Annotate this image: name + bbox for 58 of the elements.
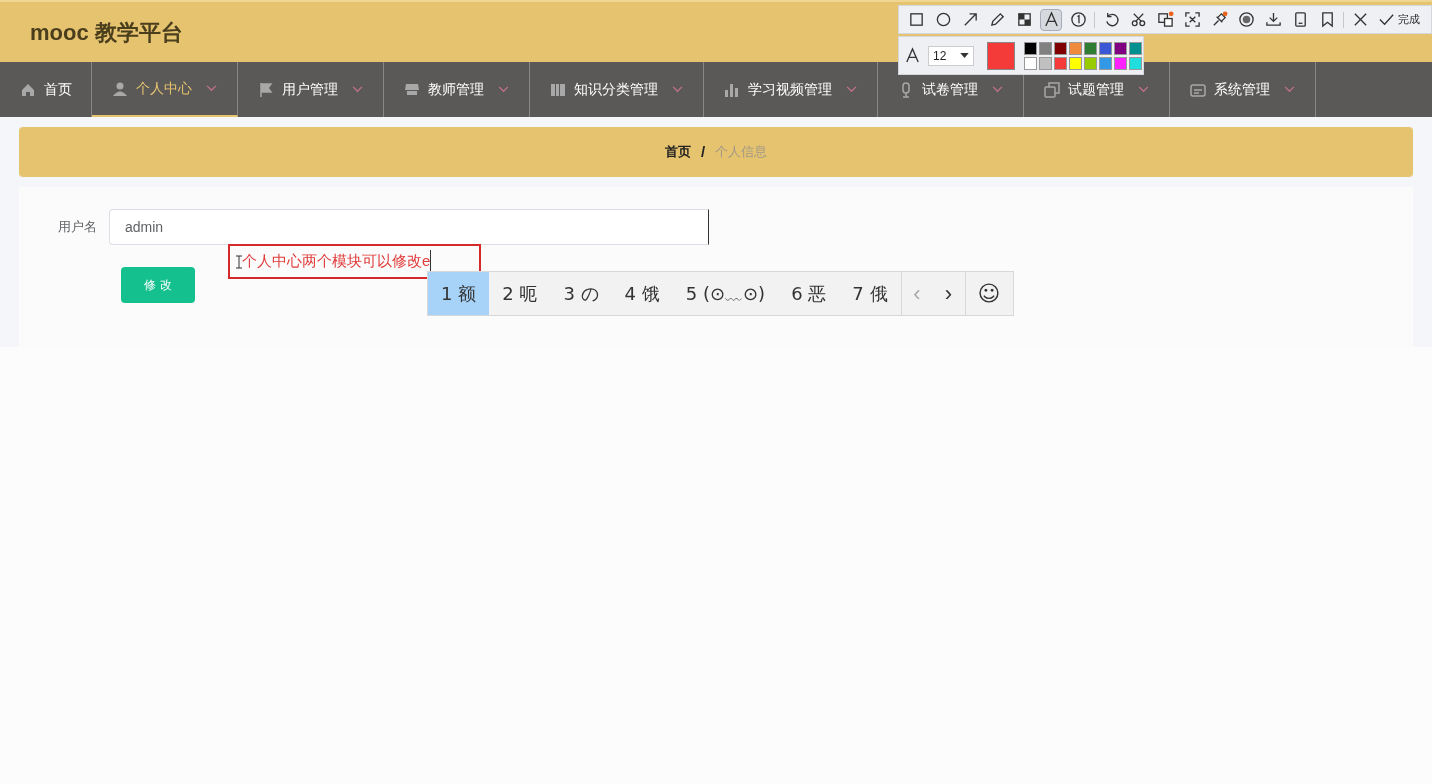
ime-emoji-button[interactable]: ☺ [964, 272, 1013, 315]
breadcrumb-link[interactable]: 首页 [664, 142, 691, 162]
ime-candidate[interactable]: 6 恶 [778, 272, 840, 315]
color-swatch[interactable] [1114, 56, 1127, 70]
scissors-icon [1129, 11, 1147, 28]
username-field[interactable]: admin [109, 209, 709, 245]
user-icon [112, 80, 128, 97]
color-swatch[interactable] [1069, 41, 1082, 55]
breadcrumb-current: 个人信息 [715, 143, 768, 162]
dropdown-caret-icon [960, 53, 969, 58]
home-icon [19, 81, 36, 98]
pencil-icon [988, 11, 1006, 28]
scan-text-icon [1183, 11, 1201, 28]
site-title: mooc 教学平台 [30, 18, 183, 47]
color-swatch[interactable] [1024, 56, 1037, 70]
color-swatch[interactable] [1054, 56, 1067, 70]
color-swatch[interactable] [1099, 41, 1112, 55]
text-tool[interactable] [1040, 8, 1062, 31]
ime-next-button[interactable]: › [932, 272, 965, 315]
copy-icon [1044, 81, 1060, 98]
ime-candidate[interactable]: 7 俄 [839, 272, 901, 315]
ime-candidate[interactable]: 2 呃 [489, 272, 551, 315]
color-swatch[interactable] [1129, 56, 1142, 70]
color-swatch[interactable] [1114, 41, 1127, 55]
bar-chart-icon [724, 81, 740, 98]
field-label: 用户名 [57, 218, 98, 237]
color-swatch[interactable] [1084, 41, 1097, 55]
color-swatch[interactable] [1039, 41, 1052, 55]
color-swatch[interactable] [1129, 41, 1142, 55]
ime-candidate[interactable]: 1 额 [428, 272, 490, 315]
font-icon [904, 47, 921, 64]
done-button[interactable]: 完成 [1378, 11, 1420, 28]
current-color-swatch[interactable] [987, 41, 1015, 70]
font-size-select[interactable]: 12 [928, 45, 974, 66]
translate-icon [1156, 11, 1174, 28]
number-circle-icon [1069, 11, 1087, 28]
store-icon [404, 81, 420, 98]
circle-icon [934, 11, 952, 28]
text-icon [1042, 11, 1060, 28]
checkmark-icon [1378, 11, 1395, 28]
books-icon [550, 81, 566, 98]
color-swatch[interactable] [1054, 41, 1067, 55]
color-swatch[interactable] [1084, 56, 1097, 70]
color-swatch[interactable] [1024, 41, 1037, 55]
breadcrumb-separator: / [700, 141, 706, 162]
rectangle-icon [907, 11, 925, 28]
flag-icon [258, 81, 274, 98]
color-swatch[interactable] [1069, 56, 1082, 70]
ime-candidate[interactable]: 4 饿 [611, 272, 673, 315]
ime-candidate[interactable]: 3 の [550, 272, 612, 315]
color-swatch[interactable] [1039, 56, 1052, 70]
record-icon [1237, 11, 1255, 28]
mosaic-icon [1015, 11, 1033, 28]
color-swatch[interactable] [1099, 56, 1112, 70]
ime-candidate[interactable]: 5 (⊙﹏⊙) [672, 272, 779, 315]
download-icon [1264, 11, 1282, 28]
card-icon [1190, 81, 1206, 98]
text-cursor-icon [236, 254, 242, 269]
